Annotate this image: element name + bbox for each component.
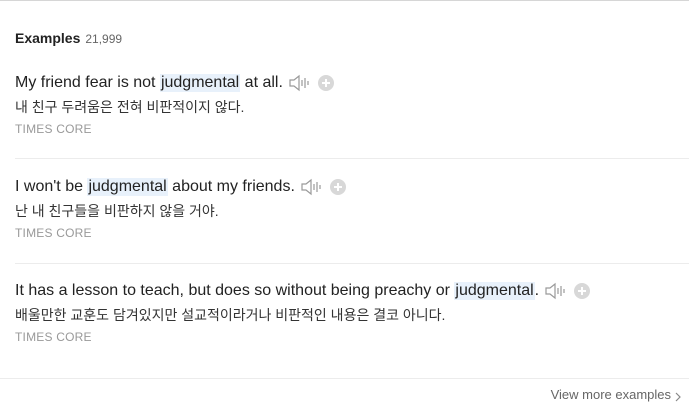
sentence-text: I won't be — [15, 178, 88, 195]
example-translation: 배울만한 교훈도 담겨있지만 설교적이라거나 비판적인 내용은 결코 아니다. — [15, 307, 446, 323]
example-source: TIMES CORE — [15, 122, 92, 136]
section-title: Examples — [15, 30, 81, 46]
divider — [15, 263, 689, 264]
example-translation: 내 친구 두려움은 전혀 비판적이지 않다. — [15, 99, 245, 115]
example-sentence: I won't be judgmental about my friends. — [15, 175, 689, 199]
add-icon[interactable] — [329, 179, 346, 195]
section-header: Examples 21,999 — [15, 30, 122, 46]
example-source: TIMES CORE — [15, 226, 92, 240]
top-divider — [0, 0, 689, 1]
examples-count: 21,999 — [85, 32, 123, 46]
footer-divider — [0, 378, 689, 379]
sentence-text: at all. — [240, 74, 283, 91]
highlighted-keyword: judgmental — [454, 282, 535, 300]
view-more-label: View more examples — [550, 387, 671, 402]
speaker-icon[interactable] — [300, 178, 324, 196]
example-source: TIMES CORE — [15, 330, 92, 344]
example-sentence: My friend fear is not judgmental at all. — [15, 71, 689, 95]
example-item: My friend fear is not judgmental at all.… — [15, 71, 689, 136]
add-icon[interactable] — [574, 283, 591, 299]
chevron-right-icon — [675, 390, 681, 401]
example-translation: 난 내 친구들을 비판하지 않을 거야. — [15, 203, 219, 219]
highlighted-keyword: judgmental — [159, 74, 241, 92]
speaker-icon[interactable] — [288, 74, 312, 92]
highlighted-keyword: judgmental — [87, 178, 168, 196]
sentence-text: . — [534, 282, 540, 299]
example-item: I won't be judgmental about my friends. … — [15, 175, 689, 240]
view-more-examples-link[interactable]: View more examples — [551, 387, 681, 402]
sentence-text: It has a lesson to teach, but does so wi… — [15, 282, 455, 299]
speaker-icon[interactable] — [544, 282, 568, 300]
divider — [15, 158, 689, 159]
sentence-text: about my friends. — [167, 178, 295, 195]
sentence-text: My friend fear is not — [15, 74, 160, 91]
example-sentence: It has a lesson to teach, but does so wi… — [15, 279, 689, 303]
example-item: It has a lesson to teach, but does so wi… — [15, 279, 689, 344]
add-icon[interactable] — [317, 75, 334, 91]
examples-panel: Examples 21,999 My friend fear is not ju… — [0, 0, 689, 409]
